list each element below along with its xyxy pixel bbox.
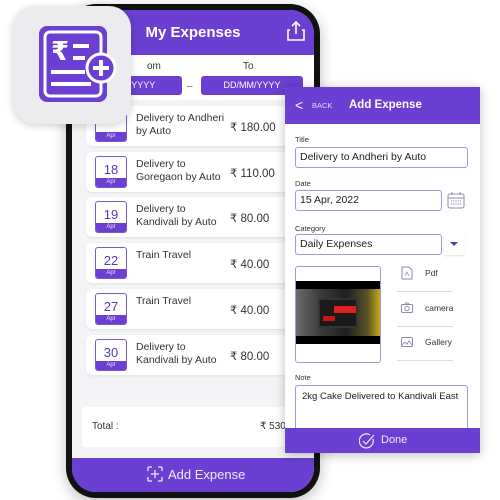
add-icon [147, 466, 163, 482]
title-label: Title [295, 135, 309, 144]
note-label: Note [295, 373, 311, 382]
from-label: om [147, 61, 161, 72]
back-button[interactable]: BACK [312, 101, 332, 110]
expense-amount: ₹ 80.00 [230, 351, 270, 363]
done-label: Done [381, 434, 408, 446]
date-badge: 30 Apr [95, 339, 127, 371]
date-badge: 19 Apr [95, 201, 127, 233]
date-day: 22 [103, 253, 119, 268]
date-month: Apr [96, 223, 126, 232]
chevron-down-icon[interactable] [444, 234, 465, 255]
expense-item[interactable]: 19 Apr Delivery to Kandivali by Auto ₹ 8… [86, 197, 299, 237]
expense-title: Delivery to Kandivali by Auto [136, 341, 217, 366]
receipt-photo[interactable] [295, 266, 381, 363]
date-month: Apr [96, 315, 126, 324]
date-day: 18 [103, 162, 119, 177]
expense-title: Delivery to Kandivali by Auto [136, 203, 217, 228]
date-month: Apr [96, 178, 126, 187]
attach-pdf-button[interactable]: Pdf [397, 258, 453, 292]
pdf-label: Pdf [425, 268, 438, 278]
expense-amount: ₹ 40.00 [230, 259, 270, 271]
date-label: Date [295, 179, 311, 188]
category-label: Category [295, 224, 326, 233]
add-expense-label: Add Expense [168, 467, 246, 482]
date-input[interactable]: 15 Apr, 2022 [295, 190, 442, 211]
date-day: 19 [103, 207, 119, 222]
date-badge: 18 Apr [95, 156, 127, 188]
expense-title: Train Travel [136, 249, 192, 261]
expense-amount: ₹ 110.00 [230, 168, 275, 180]
panel-title: Add Expense [349, 99, 422, 111]
pdf-icon [401, 266, 413, 280]
gallery-label: Gallery [425, 337, 452, 347]
panel-header: < BACK Add Expense [285, 87, 480, 124]
meter-display [318, 298, 358, 328]
expense-title: Delivery to Goregaon by Auto [136, 158, 221, 183]
total-card: Total : ₹ 530.0 [82, 407, 314, 447]
expense-item[interactable]: 30 Apr Delivery to Kandivali by Auto ₹ 8… [86, 335, 299, 375]
calendar-icon[interactable] [447, 191, 465, 209]
expense-item[interactable]: 22 Apr Train Travel ₹ 40.00 > [86, 243, 299, 283]
date-badge: 22 Apr [95, 247, 127, 279]
attach-camera-button[interactable]: camera [397, 293, 453, 327]
expense-title: Train Travel [136, 295, 192, 307]
date-day: 30 [103, 345, 119, 360]
add-expense-panel: < BACK Add Expense Title Delivery to And… [285, 87, 480, 453]
expense-amount: ₹ 80.00 [230, 213, 270, 225]
title-input[interactable]: Delivery to Andheri by Auto [295, 147, 468, 168]
gallery-icon [401, 337, 413, 347]
app-logo: ₹ [13, 6, 131, 124]
attach-gallery-button[interactable]: Gallery [397, 327, 453, 361]
to-label: To [243, 61, 254, 72]
photo-image [296, 281, 380, 344]
camera-icon [401, 302, 413, 313]
date-separator: – [187, 81, 193, 92]
expense-amount: ₹ 180.00 [230, 122, 276, 134]
date-month: Apr [96, 132, 126, 141]
date-month: Apr [96, 269, 126, 278]
expense-amount: ₹ 40.00 [230, 305, 270, 317]
check-circle-icon [359, 433, 375, 449]
svg-text:₹: ₹ [51, 37, 69, 67]
back-chevron-icon[interactable]: < [295, 97, 303, 113]
expense-item[interactable]: 18 Apr Delivery to Goregaon by Auto ₹ 11… [86, 152, 299, 192]
share-icon[interactable] [286, 20, 306, 42]
category-select[interactable]: Daily Expenses [295, 234, 442, 255]
total-label: Total : [92, 421, 119, 432]
expense-item[interactable]: 27 Apr Train Travel ₹ 40.00 > [86, 289, 299, 329]
date-badge: 27 Apr [95, 293, 127, 325]
expense-title: Delivery to Andheri by Auto [136, 112, 225, 137]
date-day: 27 [103, 299, 119, 314]
camera-label: camera [425, 303, 454, 313]
add-expense-button[interactable]: Add Expense [72, 458, 314, 492]
date-month: Apr [96, 361, 126, 370]
done-button[interactable]: Done [285, 428, 480, 453]
rupee-list-add-icon: ₹ [39, 26, 117, 102]
